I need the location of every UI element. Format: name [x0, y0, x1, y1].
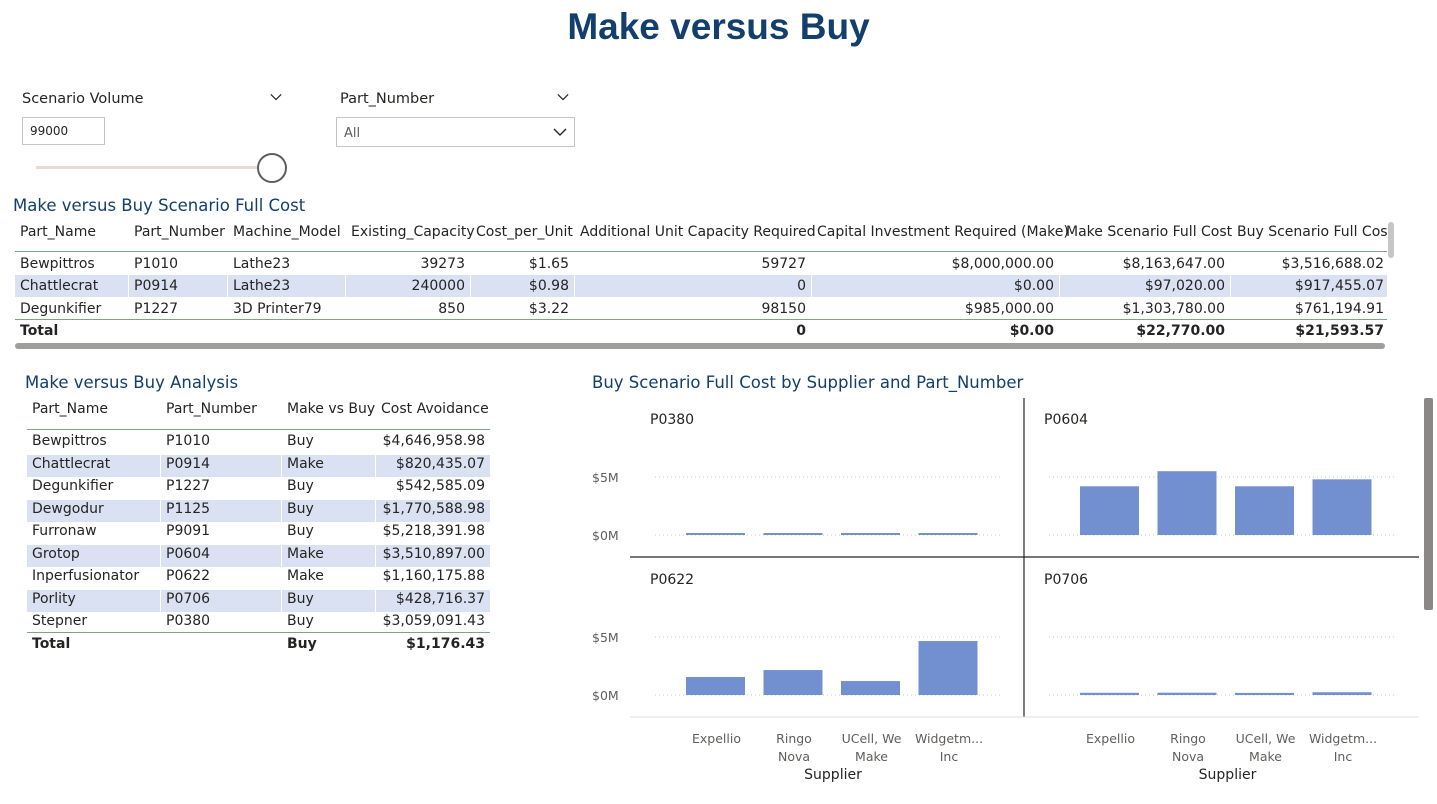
bar	[918, 641, 978, 695]
y-tick-label: $0M	[592, 528, 619, 543]
vertical-scrollbar[interactable]	[1424, 398, 1433, 610]
x-tick-label: UCell, We	[842, 731, 902, 746]
bar	[1157, 471, 1217, 535]
x-tick-label: UCell, We	[1236, 731, 1296, 746]
x-tick-label: Nova	[778, 749, 810, 764]
x-tick-label: Inc	[940, 749, 959, 764]
y-tick-label: $5M	[592, 470, 619, 485]
panel-label: P0622	[650, 572, 694, 588]
bar	[918, 533, 978, 535]
x-tick-label: Expellio	[1086, 731, 1135, 746]
panel-label: P0706	[1044, 572, 1088, 588]
x-tick-label: Ringo	[776, 731, 812, 746]
y-tick-label: $5M	[592, 630, 619, 645]
x-tick-label: Make	[855, 749, 888, 764]
x-axis-title: Supplier	[1199, 767, 1257, 783]
bar	[686, 533, 745, 535]
bar	[841, 533, 900, 535]
bar	[763, 533, 823, 535]
x-tick-label: Nova	[1172, 749, 1204, 764]
x-tick-label: Widgetm...	[915, 731, 983, 746]
panel-label: P0380	[650, 412, 694, 428]
x-tick-label: Expellio	[692, 731, 741, 746]
panel-label: P0604	[1044, 412, 1088, 428]
x-axis-title: Supplier	[804, 767, 862, 783]
y-tick-label: $0M	[592, 688, 619, 703]
bar	[1235, 486, 1294, 535]
buy-cost-chart: P0380 $5M $0M P0604 P0622 $5M $0M P0706 Expellio…	[592, 398, 1419, 783]
bar	[1157, 692, 1217, 695]
x-tick-label: Widgetm...	[1309, 731, 1377, 746]
bar	[1080, 692, 1139, 695]
bar	[1235, 692, 1294, 695]
x-tick-label: Ringo	[1170, 731, 1206, 746]
bar	[1080, 486, 1139, 535]
bar	[763, 670, 823, 695]
x-tick-label: Inc	[1334, 749, 1353, 764]
bar	[1312, 479, 1372, 535]
x-tick-label: Make	[1249, 749, 1282, 764]
bar	[841, 681, 900, 695]
bar	[1312, 692, 1372, 695]
bar	[686, 677, 745, 695]
